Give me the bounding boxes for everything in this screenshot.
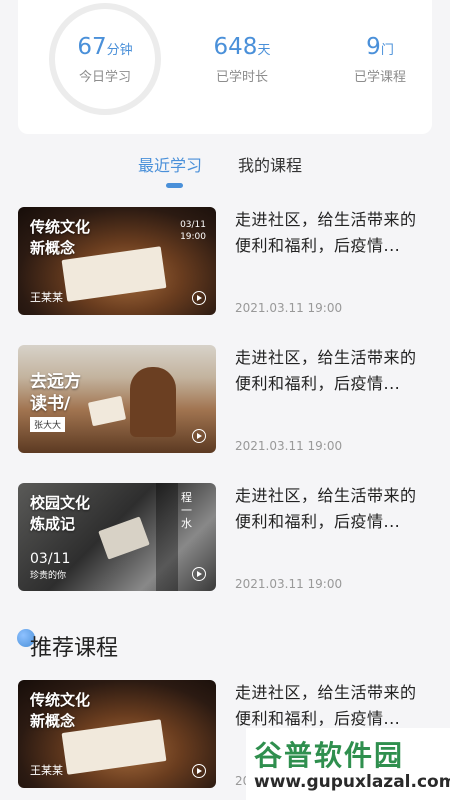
stat-duration: 648天 已学时长 [192, 34, 292, 85]
course-thumbnail[interactable]: 校园文化 炼成记 03/11 珍贵的你 程一水 [18, 483, 216, 591]
course-description[interactable]: 走进社区，给生活带来的 便利和福利，后疫情... [235, 680, 432, 732]
thumbnail-author: 张大大 [30, 417, 66, 432]
course-thumbnail[interactable]: 传统文化 新概念 03/11 19:00 王某某 [18, 207, 216, 315]
thumbnail-title: 传统文化 新概念 [30, 691, 91, 730]
tab-my-courses[interactable]: 我的课程 [238, 152, 302, 176]
stat-unit: 门 [380, 43, 394, 58]
play-icon[interactable] [192, 429, 206, 443]
course-thumbnail[interactable]: 传统文化 新概念 王某某 [18, 680, 216, 788]
course-description[interactable]: 走进社区，给生活带来的 便利和福利，后疫情... [235, 483, 432, 535]
thumbnail-author: 王某某 [30, 291, 63, 304]
play-icon[interactable] [192, 291, 206, 305]
section-title-recommended: 推荐课程 [30, 636, 119, 661]
thumbnail-title: 去远方 读书/ [30, 372, 81, 414]
person-silhouette [130, 367, 176, 437]
watermark: 谷普软件园 www.gupuxlazal.com [246, 728, 450, 800]
stat-label: 今日学习 [78, 70, 131, 85]
stat-today: 67分钟 今日学习 [55, 34, 155, 85]
course-item[interactable]: 传统文化 新概念 03/11 19:00 王某某 走进社区，给生活带来的 便利和福利，… [18, 207, 432, 315]
stat-value: 648 [213, 34, 258, 60]
side-banner [156, 483, 178, 591]
tab-bar: 最近学习 我的课程 [0, 152, 450, 192]
stat-unit: 天 [257, 43, 271, 58]
thumbnail-author: 王某某 [30, 764, 63, 777]
stats-card: 67分钟 今日学习 648天 已学时长 9门 已学课程 [18, 0, 432, 134]
tab-indicator [166, 183, 183, 188]
play-icon[interactable] [192, 567, 206, 581]
thumbnail-side-text: 程一水 [181, 491, 192, 530]
course-description[interactable]: 走进社区，给生活带来的 便利和福利，后疫情... [235, 345, 432, 397]
book-image [87, 395, 127, 427]
course-time: 2021.03.11 19:00 [235, 439, 343, 453]
course-time: 2021.03.11 19:00 [235, 577, 343, 591]
tab-recent[interactable]: 最近学习 [138, 152, 202, 176]
stat-label: 已学课程 [353, 70, 406, 85]
stat-courses: 9门 已学课程 [330, 34, 430, 85]
watermark-logo-text: 谷普软件园 [254, 739, 405, 772]
thumbnail-author: 珍贵的你 [30, 571, 67, 581]
thumbnail-date: 03/11 19:00 [180, 220, 206, 242]
stat-value: 67 [77, 34, 107, 60]
course-time: 2021.03.11 19:00 [235, 301, 343, 315]
thumbnail-title: 校园文化 炼成记 [30, 494, 91, 533]
watermark-url: www.gupuxlazal.com [254, 772, 450, 792]
thumbnail-title: 传统文化 新概念 [30, 218, 91, 257]
play-icon[interactable] [192, 764, 206, 778]
course-item[interactable]: 校园文化 炼成记 03/11 珍贵的你 程一水 走进社区，给生活带来的 便利和福利，… [18, 483, 432, 591]
course-description[interactable]: 走进社区，给生活带来的 便利和福利，后疫情... [235, 207, 432, 259]
stat-label: 已学时长 [215, 70, 268, 85]
course-thumbnail[interactable]: 去远方 读书/ 张大大 [18, 345, 216, 453]
course-item[interactable]: 去远方 读书/ 张大大 走进社区，给生活带来的 便利和福利，后疫情... 2021.… [18, 345, 432, 453]
stat-value: 9 [366, 34, 381, 60]
stat-unit: 分钟 [106, 43, 133, 58]
book-image [98, 516, 150, 560]
thumbnail-big-date: 03/11 [30, 551, 71, 567]
